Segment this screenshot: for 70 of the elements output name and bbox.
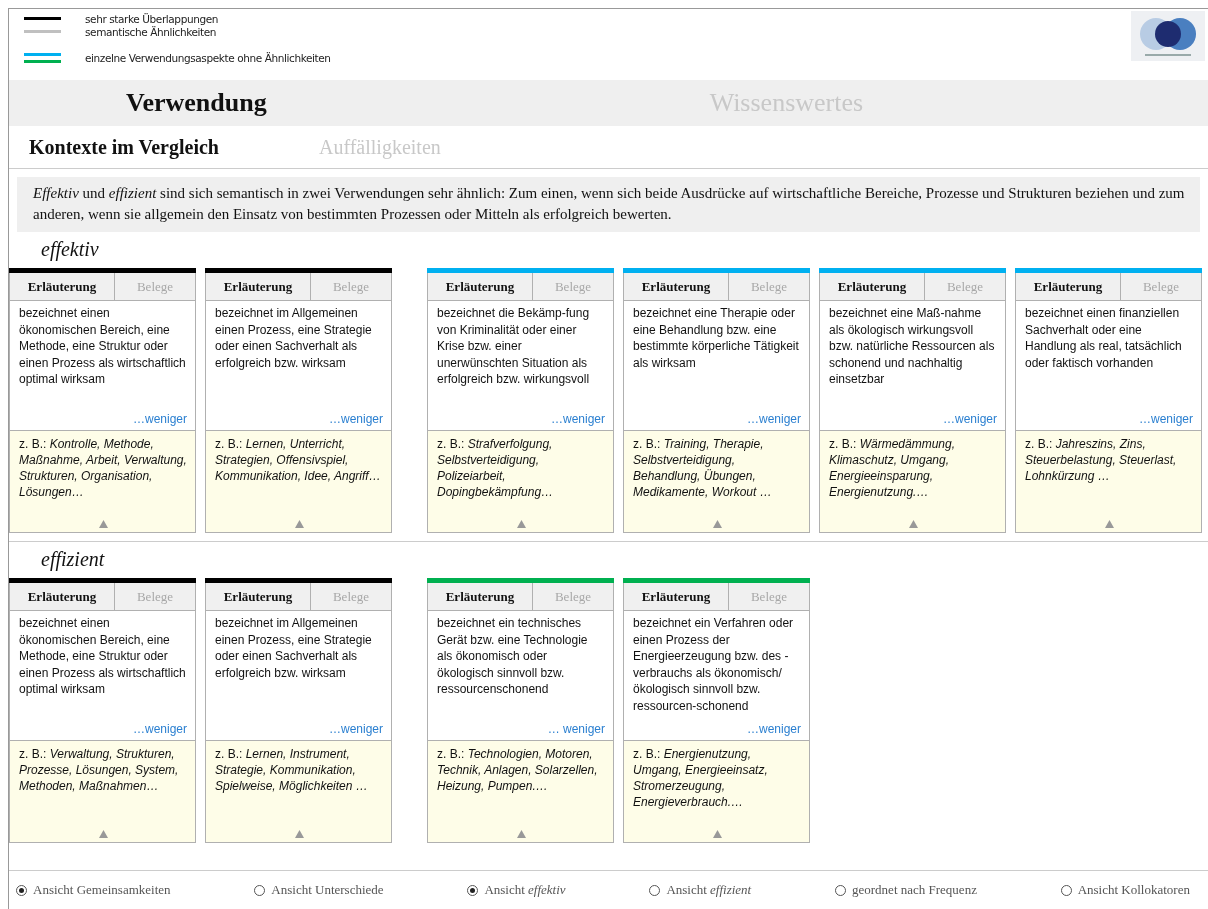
card-tab[interactable]: Erläuterung [10,273,114,300]
card-tab[interactable]: Erläuterung [624,583,728,610]
card-tab[interactable]: Erläuterung [206,583,310,610]
collapse-triangle-icon[interactable] [98,520,108,528]
less-link[interactable]: …weniger [746,412,801,426]
main-tab[interactable]: Verwendung [126,88,267,118]
collapse-triangle-icon[interactable] [908,520,918,528]
examples-text: z. B.: Technologien, Motoren, Technik, Anlagen, Solarzellen, Heizung, Pumpen.… [437,746,599,795]
less-link[interactable]: …weniger [1138,412,1193,426]
radio-dot[interactable] [835,884,846,896]
definition-text: bezeichnet einen ökonomischen Bereich, eine Methode, eine Struktur oder einen Prozess als wirtschaftlich optimal wirksam [19,305,187,388]
card-tab[interactable]: Erläuterung [428,273,532,300]
definition-text: bezeichnet die Bekämp-fung von Kriminalität oder einer Krise bzw. einer unerwünschten Situation als erfolgreich bzw. wirkungsvoll [437,305,591,388]
examples-text: z. B.: Kontrolle, Methode, Maßnahme, Arbeit, Verwaltung, Strukturen, Organisation, Lösungen… [19,436,187,501]
radio-dot[interactable] [1060,884,1072,896]
view-radio[interactable]: Ansicht Unterschiede [254,882,384,898]
definition-text: bezeichnet im Allgemeinen einen Prozess, eine Strategie oder einen Sachverhalt als erfolgreich bzw. wirksam [215,305,373,372]
examples-text: z. B.: Lernen, Unterricht, Strategien, Offensivspiel, Kommunikation, Idee, Angriff… [215,436,382,485]
collapse-triangle-icon[interactable] [712,830,722,838]
radio-dot[interactable] [467,884,479,896]
radio-dot[interactable] [649,884,661,896]
radio-dot[interactable] [16,884,27,896]
intro-paragraph: Effektiv und effizient sind sich semantisch in zwei Verwendungen sehr ähnlich: Zum einen, wenn sich beide Ausdrücke auf wirtschaftliche Bereiche, Prozesse und Strukturen beziehen und zum anderen, wenn sie allgemein den Einsatz von bestimmten Prozessen oder Mitteln als erfolgreich bewerten. [17,177,1200,232]
less-link[interactable]: …weniger [132,722,187,736]
card-tab[interactable]: Erläuterung [10,583,114,610]
legend-label: semantische Ähnlichkeiten [85,25,217,38]
collapse-triangle-icon[interactable] [294,520,304,528]
collapse-triangle-icon[interactable] [712,520,722,528]
less-link[interactable]: …weniger [746,722,801,736]
less-link[interactable]: … weniger [547,722,605,736]
view-radio[interactable]: geordnet nach Frequenz [835,882,977,898]
card-tab[interactable]: Erläuterung [624,273,728,300]
collapse-triangle-icon[interactable] [294,830,304,838]
section-title: effizient [41,548,106,573]
legend-label: einzelne Verwendungsaspekte ohne Ähnlichkeiten [85,52,331,64]
definition-text: bezeichnet einen finanziellen Sachverhalt oder eine Handlung als real, tatsächlich oder faktisch vorhanden [1025,305,1183,372]
view-radio[interactable]: Ansicht effektiv [467,882,566,898]
definition-text: bezeichnet ein technisches Gerät bzw. eine Technologie als ökonomisch oder ökologisch sinnvoll bzw. ressourcenschonend [437,615,589,698]
collapse-triangle-icon[interactable] [98,830,108,838]
definition-text: bezeichnet eine Therapie oder eine Behandlung bzw. eine bestimmte körperliche Tätigkeit als wirksam [633,305,800,372]
examples-text: z. B.: Verwaltung, Strukturen, Prozesse, Lösungen, System, Methoden, Maßnahmen… [19,746,180,795]
collapse-triangle-icon[interactable] [516,830,526,838]
examples-text: z. B.: Wärmedämmung, Klimaschutz, Umgang, Energieeinsparung, Energienutzung.… [829,436,957,501]
sub-tab[interactable]: Kontexte im Vergleich [29,135,219,159]
card-tab[interactable]: Erläuterung [820,273,924,300]
less-link[interactable]: …weniger [328,412,383,426]
view-radio[interactable]: Ansicht effizient [649,882,752,898]
examples-text: z. B.: Energienutzung, Umgang, Energieeinsatz, Stromerzeugung, Energieverbrauch.… [633,746,769,811]
definition-text: bezeichnet ein Verfahren oder einen Prozess der Energieerzeugung bzw. des -verbrauchs als ökonomisch/ökologisch sinnvoll bzw. ressourcen-schonend [633,615,795,715]
examples-text: z. B.: Lernen, Instrument, Strategie, Kommunikation, Spielweise, Möglichkeiten … [215,746,369,795]
radio-dot[interactable] [254,884,266,896]
section-title: effektiv [41,238,100,263]
view-radio[interactable]: Ansicht Gemeinsamkeiten [16,882,171,898]
collapse-triangle-icon[interactable] [1104,520,1114,528]
card-tab[interactable]: Erläuterung [428,583,532,610]
card-tab[interactable]: Erläuterung [206,273,310,300]
examples-text: z. B.: Strafverfolgung, Selbstverteidigung, Polizeiarbeit, Dopingbekämpfung… [437,436,555,501]
card-tab[interactable]: Erläuterung [1016,273,1120,300]
definition-text: bezeichnet im Allgemeinen einen Prozess, eine Strategie oder einen Sachverhalt als erfolgreich bzw. wirksam [215,615,373,682]
definition-text: bezeichnet eine Maß-nahme als ökologisch wirkungsvoll bzw. natürliche Ressourcen als schonend und nachhaltig einsetzbar [829,305,996,388]
examples-text: z. B.: Training, Therapie, Selbstverteidigung, Behandlung, Übungen, Medikamente, Workout … [633,436,773,501]
definition-text: bezeichnet einen ökonomischen Bereich, eine Methode, eine Struktur oder einen Prozess als wirtschaftlich optimal wirksam [19,615,187,698]
less-link[interactable]: …weniger [328,722,383,736]
view-radio[interactable]: Ansicht Kollokatoren [1060,882,1190,898]
less-link[interactable]: …weniger [550,412,605,426]
examples-text: z. B.: Jahreszins, Zins, Steuerbelastung, Steuerlast, Lohnkürzung … [1025,436,1178,485]
legend-label: sehr starke Überlappungen [85,12,218,25]
collapse-triangle-icon[interactable] [516,520,526,528]
less-link[interactable]: …weniger [132,412,187,426]
less-link[interactable]: …weniger [942,412,997,426]
